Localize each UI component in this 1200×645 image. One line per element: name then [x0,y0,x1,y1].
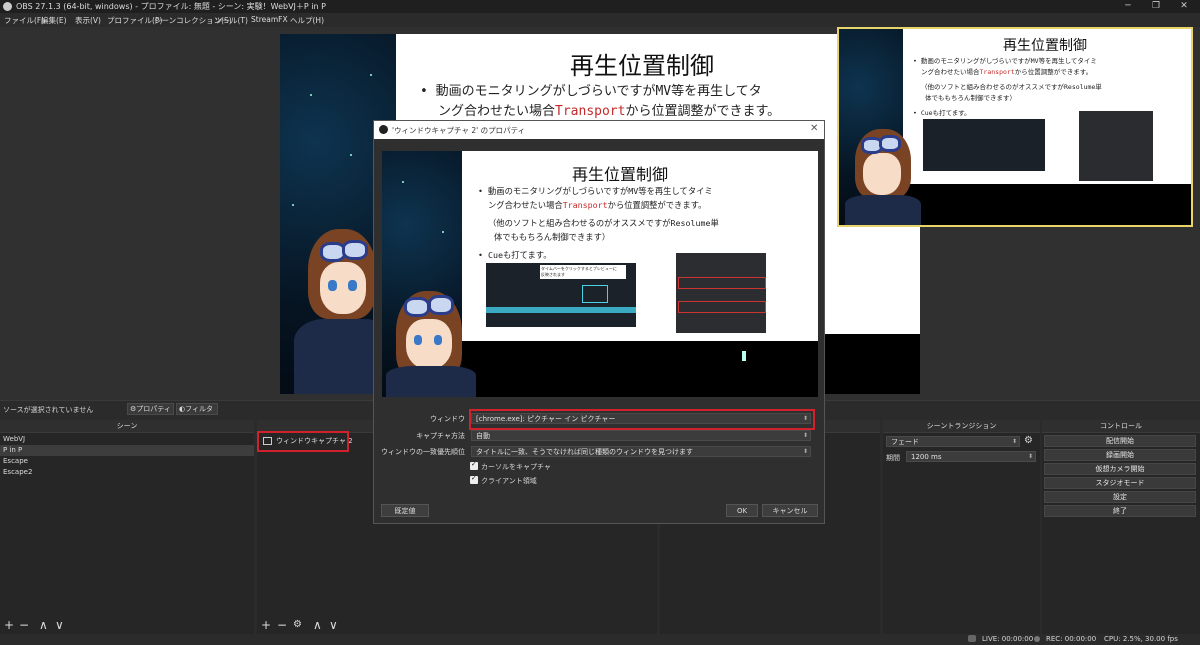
preview-slide-title: 再生位置制御 [572,165,669,184]
dialog-titlebar: 'ウィンドウキャプチャ 2' のプロパティ ✕ [374,121,824,139]
maximize-button[interactable]: ❐ [1142,0,1170,13]
preview-screenshot-left: タイムバーをクリックするとプレビューに 反映されます [486,263,636,327]
chevron-updown-icon: ⬍ [1011,438,1017,445]
chevron-updown-icon: ⬍ [802,448,808,455]
dialog-preview: 再生位置制御 • 動画のモニタリングがしづらいですがMV等を再生してタイミ ング… [382,151,818,397]
properties-dialog: 'ウィンドウキャプチャ 2' のプロパティ ✕ 再生位置制御 • 動画のモニタリ… [373,120,825,524]
menu-streamfx[interactable]: StreamFX [251,15,288,24]
scene-item[interactable]: Escape [0,456,254,467]
capture-cursor-label: カーソルをキャプチャ [481,463,551,471]
menu-tools[interactable]: ツール(T) [215,15,248,26]
studio-mode-button[interactable]: スタジオモード [1044,477,1196,489]
obs-logo-icon [3,2,12,11]
menu-bar: ファイル(F) 編集(E) 表示(V) プロファイル(P) シーンコレクション(… [0,13,1200,27]
scenes-header: シーン [0,420,254,433]
dialog-close-button[interactable]: ✕ [810,123,818,134]
remove-source-button[interactable]: − [277,619,287,631]
dialog-title: 'ウィンドウキャプチャ 2' のプロパティ [392,126,526,135]
pip-window-capture[interactable]: 再生位置制御 • 動画のモニタリングがしづらいですがMV等を再生してタイミ ング… [837,27,1193,227]
duration-label: 期間 [886,454,900,462]
menu-file[interactable]: ファイル(F) [4,15,44,26]
menu-view[interactable]: 表示(V) [75,15,101,26]
pip-screenshot-left [923,119,1045,171]
match-priority-label: ウィンドウの一致優先順位 [381,448,465,456]
slide-title: 再生位置制御 [570,52,714,80]
pip-screenshot-right [1079,111,1153,181]
rec-time: REC: 00:00:00 [1046,635,1097,643]
capture-cursor-checkbox[interactable] [470,460,478,470]
capture-method-select[interactable]: 自動 ⬍ [471,430,811,441]
properties-button[interactable]: ⚙プロパティ [127,403,174,415]
source-settings-gear-icon[interactable]: ⚙ [293,619,302,631]
chevron-updown-icon: ⬍ [802,415,808,422]
slide-line-2: ング合わせたい場合Transportから位置調整ができます。 [438,104,781,119]
window-titlebar: OBS 27.1.3 (64-bit, windows) - プロファイル: 無… [0,0,1200,13]
window-capture-icon [263,437,272,445]
close-button[interactable]: ✕ [1170,0,1198,13]
add-source-button[interactable]: + [261,619,271,631]
cancel-button[interactable]: キャンセル [762,504,818,517]
move-scene-down-button[interactable]: ∨ [55,619,64,631]
scene-item[interactable]: WebVJ [0,434,254,445]
source-item[interactable]: ウィンドウキャプチャ 2 [259,433,353,451]
rec-indicator-icon [1034,636,1040,642]
filters-button[interactable]: ◐フィルタ [176,403,218,415]
scene-item[interactable]: Escape2 [0,467,254,478]
window-select[interactable]: [chrome.exe]: ピクチャー イン ピクチャー ⬍ [471,413,811,424]
match-priority-select[interactable]: タイトルに一致、そうでなければ同じ種類のウィンドウを見つけます ⬍ [471,446,811,457]
spin-arrows-icon: ⬍ [1027,453,1033,460]
transition-settings-gear-icon[interactable]: ⚙ [1024,435,1033,446]
capture-method-label: キャプチャ方法 [416,432,465,440]
window-title: OBS 27.1.3 (64-bit, windows) - プロファイル: 無… [16,2,326,11]
transition-select[interactable]: フェード ⬍ [886,436,1020,447]
client-area-label: クライアント領域 [481,477,537,485]
ok-button[interactable]: OK [726,504,758,517]
move-source-down-button[interactable]: ∨ [329,619,338,631]
live-time: LIVE: 00:00:00 [982,635,1034,643]
status-bar: LIVE: 00:00:00 REC: 00:00:00 CPU: 2.5%, … [0,634,1200,645]
defaults-button[interactable]: 既定値 [381,504,429,517]
cpu-fps: CPU: 2.5%, 30.00 fps [1104,635,1178,643]
scene-item-selected[interactable]: P in P [0,445,254,456]
window-field-label: ウィンドウ [430,415,465,423]
chevron-updown-icon: ⬍ [802,432,808,439]
minimize-button[interactable]: ─ [1114,0,1142,13]
move-scene-up-button[interactable]: ∧ [39,619,48,631]
network-icon [968,635,976,642]
settings-button[interactable]: 設定 [1044,491,1196,503]
duration-spinbox[interactable]: 1200 ms ⬍ [906,451,1036,462]
start-streaming-button[interactable]: 配信開始 [1044,435,1196,447]
pip-slide-title: 再生位置制御 [1003,38,1087,54]
slide-line-1: • 動画のモニタリングがしづらいですがMV等を再生してタ [420,84,762,99]
obs-logo-icon [379,125,388,134]
move-source-up-button[interactable]: ∧ [313,619,322,631]
start-virtual-camera-button[interactable]: 仮想カメラ開始 [1044,463,1196,475]
controls-header: コントロール [1042,420,1200,433]
add-scene-button[interactable]: + [4,619,14,631]
menu-edit[interactable]: 編集(E) [41,15,67,26]
preview-screenshot-right [676,253,766,333]
transitions-header: シーントランジション [883,420,1040,433]
start-recording-button[interactable]: 録画開始 [1044,449,1196,461]
menu-help[interactable]: ヘルプ(H) [290,15,324,26]
no-source-label: ソースが選択されていません [3,406,94,414]
exit-button[interactable]: 終了 [1044,505,1196,517]
remove-scene-button[interactable]: − [19,619,29,631]
client-area-checkbox[interactable] [470,474,478,484]
